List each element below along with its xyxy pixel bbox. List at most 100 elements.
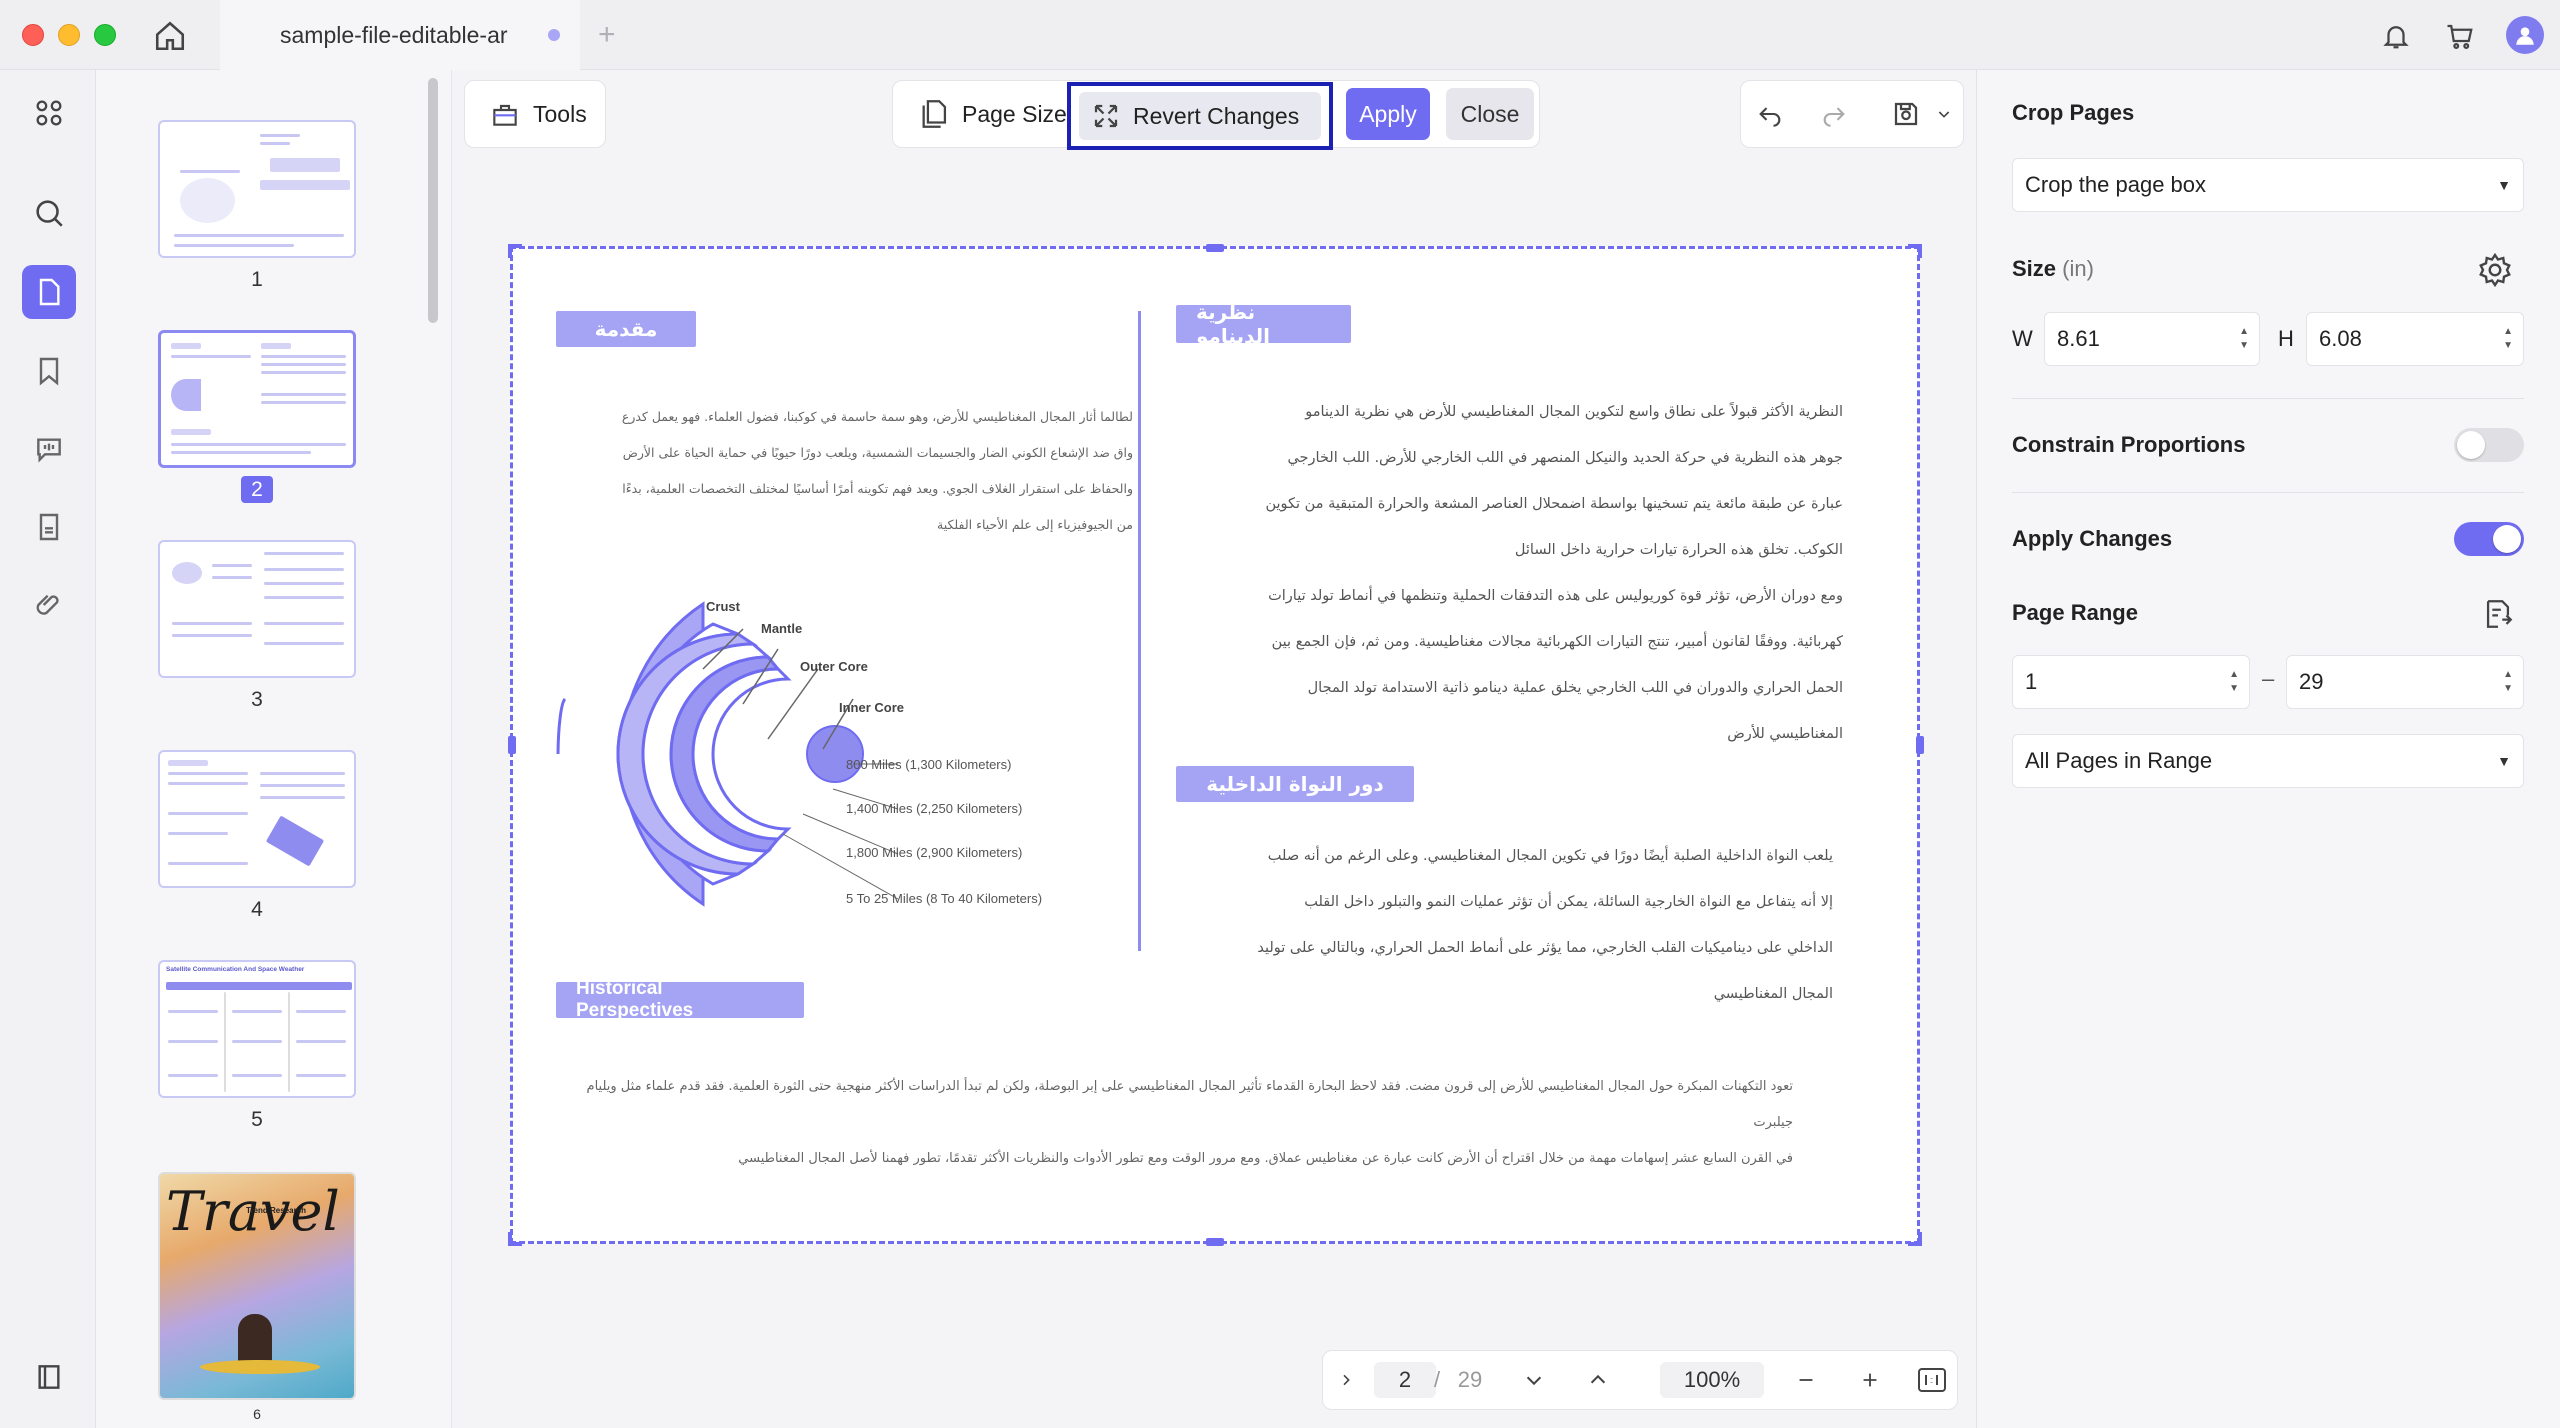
search-icon (36, 200, 63, 227)
save-options-dropdown[interactable] (1932, 94, 1956, 134)
toolbox-icon (493, 104, 517, 126)
range-mode-select[interactable]: All Pages in Range ▼ (2012, 734, 2524, 788)
page-thumbnail-6[interactable]: Travel Trend Research (158, 1172, 356, 1400)
width-input[interactable]: 8.61 ▲ ▼ (2044, 312, 2260, 366)
apply-button[interactable]: Apply (1346, 88, 1430, 140)
zoom-out-button[interactable] (1788, 1362, 1824, 1398)
bookmark-icon (39, 357, 59, 386)
travel-cover-subtitle: Trend Research (246, 1206, 307, 1215)
divider (2012, 492, 2524, 493)
crop-handle-top-left[interactable] (508, 244, 522, 258)
page-thumbnail-1[interactable] (158, 120, 356, 258)
sidebar-toggle-button[interactable] (22, 1350, 76, 1404)
chevron-down-icon (1938, 111, 1950, 118)
pdf-page[interactable]: مقدمة لطالما أثار المجال المغناطيسي للأر… (510, 246, 1920, 1244)
thumbnail-number: 5 (251, 1108, 263, 1131)
page-thumbnail-5[interactable]: Satellite Communication And Space Weathe… (158, 960, 356, 1098)
zoom-in-button[interactable] (1852, 1362, 1888, 1398)
section-heading: Historical Perspectives (556, 978, 804, 1021)
crop-handle-bottom-right[interactable] (1908, 1232, 1922, 1246)
new-tab-button[interactable]: + (598, 18, 616, 52)
notification-button[interactable] (2378, 18, 2414, 54)
crop-mode-value: Crop the page box (2025, 172, 2207, 197)
diagram-label-mantle: Mantle (761, 621, 803, 636)
document-tab[interactable]: sample-file-editable-ar (220, 0, 580, 70)
diagram-distance: 5 To 25 Miles (8 To 40 Kilometers) (846, 891, 1043, 906)
chevron-right-icon (1343, 1374, 1350, 1386)
user-avatar[interactable] (2506, 16, 2544, 54)
previous-page-button[interactable] (1580, 1362, 1616, 1398)
paperclip-icon (36, 594, 59, 615)
range-to-stepper-icon[interactable]: ▲ ▼ (2503, 668, 2513, 696)
toggle-knob (2493, 525, 2521, 553)
page-thumbnail-3[interactable] (158, 540, 356, 678)
height-input[interactable]: 6.08 ▲ ▼ (2306, 312, 2524, 366)
sidebar-icon (38, 1365, 60, 1389)
expand-arrows-icon (1094, 104, 1118, 128)
tools-label: Tools (533, 100, 587, 127)
earth-layers-diagram (556, 601, 899, 907)
page-thumbnail-4[interactable] (158, 750, 356, 888)
revert-changes-button[interactable]: Revert Changes (1067, 82, 1333, 150)
constrain-proportions-toggle[interactable] (2454, 428, 2524, 462)
crop-handle-bottom-left[interactable] (508, 1232, 522, 1246)
window-zoom-button[interactable] (94, 24, 116, 46)
diagram-distance: 1,400 Miles (2,250 Kilometers) (846, 801, 1023, 816)
crop-handle-bottom[interactable] (1206, 1238, 1224, 1246)
undo-button[interactable] (1750, 94, 1790, 134)
total-pages: 29 (1457, 1367, 1483, 1392)
page-size-button[interactable]: Page Size (910, 88, 1075, 140)
page-range-options-button[interactable] (2478, 594, 2518, 634)
close-button[interactable]: Close (1446, 88, 1534, 140)
apply-changes-toggle[interactable] (2454, 522, 2524, 556)
zoom-level[interactable]: 100% (1660, 1362, 1764, 1398)
bookmarks-button[interactable] (22, 344, 76, 398)
section-heading: مقدمة (556, 311, 696, 347)
chevron-up-icon (1590, 1374, 1606, 1384)
comments-button[interactable] (22, 422, 76, 476)
range-to-input[interactable]: 29 ▲ ▼ (2286, 655, 2524, 709)
thumbnail-scrollbar[interactable] (428, 78, 438, 323)
page-size-label: Page Size (962, 100, 1067, 127)
actual-size-button[interactable] (1914, 1362, 1950, 1398)
cart-button[interactable] (2442, 18, 2478, 54)
window-minimize-button[interactable] (58, 24, 80, 46)
cart-icon (2447, 24, 2473, 49)
attachments-panel-button[interactable] (22, 500, 76, 554)
save-button[interactable] (1886, 94, 1926, 134)
section-heading: نظرية الدينامو (1176, 300, 1351, 348)
diagram-distance: 800 Miles (1,300 Kilometers) (846, 757, 1012, 772)
size-heading: Size (in) (2012, 256, 2094, 281)
expand-nav-button[interactable] (1330, 1362, 1362, 1398)
crop-handle-top[interactable] (1206, 244, 1224, 252)
revert-changes-inner: Revert Changes (1079, 92, 1321, 140)
crop-handle-right[interactable] (1916, 736, 1924, 754)
next-page-button[interactable] (1516, 1362, 1552, 1398)
home-icon (155, 21, 185, 51)
home-button[interactable] (150, 16, 190, 56)
attachment-button[interactable] (22, 578, 76, 632)
crop-handle-left[interactable] (508, 736, 516, 754)
actual-size-icon (1918, 1368, 1946, 1392)
pages-button[interactable] (22, 265, 76, 319)
window-close-button[interactable] (22, 24, 44, 46)
width-label: W (2012, 326, 2033, 351)
current-page-input[interactable]: 2 (1374, 1362, 1436, 1398)
apps-button[interactable] (22, 86, 76, 140)
search-button[interactable] (22, 186, 76, 240)
size-settings-button[interactable] (2475, 250, 2515, 290)
height-stepper-icon[interactable]: ▲ ▼ (2503, 325, 2513, 353)
range-from-stepper-icon[interactable]: ▲ ▼ (2229, 668, 2239, 696)
crop-handle-top-right[interactable] (1908, 244, 1922, 258)
page-range-icon (2486, 600, 2513, 628)
width-stepper-icon[interactable]: ▲ ▼ (2239, 325, 2249, 353)
revert-changes-label: Revert Changes (1133, 102, 1300, 129)
range-from-input[interactable]: 1 ▲ ▼ (2012, 655, 2250, 709)
page-icon (39, 278, 60, 306)
kayak-figure (200, 1360, 320, 1374)
tools-button[interactable]: Tools (464, 80, 606, 148)
save-icon (1894, 102, 1918, 126)
page-thumbnail-2[interactable] (158, 330, 356, 468)
crop-mode-select[interactable]: Crop the page box ▼ (2012, 158, 2524, 212)
redo-button[interactable] (1814, 94, 1854, 134)
